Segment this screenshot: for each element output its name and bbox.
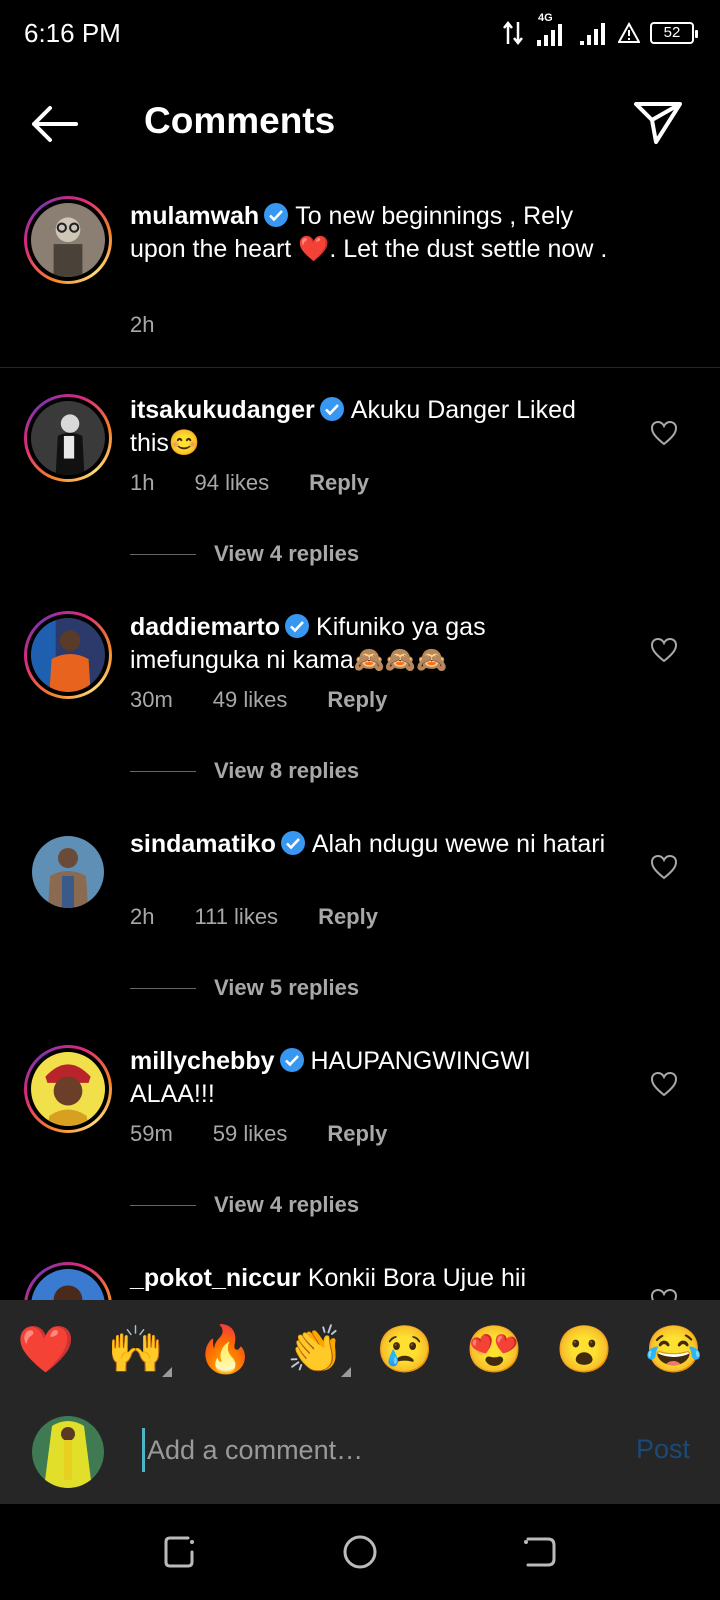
verified-badge-icon	[319, 397, 344, 421]
avatar[interactable]	[24, 394, 112, 482]
username[interactable]: mulamwah	[130, 202, 259, 230]
caption-text-block: mulamwah To new beginnings , Rely upon th…	[130, 200, 620, 266]
comment-meta: 59m 59 likes Reply	[130, 1121, 387, 1147]
verified-badge-icon	[279, 1048, 304, 1072]
likes-count[interactable]: 111 likes	[194, 904, 278, 930]
view-replies-button[interactable]: View 8 replies	[130, 756, 359, 786]
emoji-surprised[interactable]: 😮	[554, 1319, 614, 1379]
variant-indicator	[341, 1367, 352, 1377]
comment-text-block: itsakukudanger Akuku Danger Liked this😊	[130, 394, 620, 460]
comment-text-block: sindamatiko Alah ndugu wewe ni hatari	[130, 828, 620, 861]
likes-count[interactable]: 59 likes	[213, 1121, 288, 1147]
view-replies-button[interactable]: View 4 replies	[130, 539, 359, 569]
like-heart-icon[interactable]	[650, 637, 678, 663]
username[interactable]: daddiemarto	[130, 613, 280, 641]
emoji-crying[interactable]: 😢	[375, 1319, 435, 1379]
back-arrow-icon[interactable]	[28, 102, 80, 146]
divider	[130, 770, 196, 772]
post-button[interactable]: Post	[636, 1434, 690, 1465]
verified-badge-icon	[280, 831, 305, 855]
divider	[130, 1204, 196, 1206]
timestamp: 30m	[130, 687, 173, 712]
direct-message-icon[interactable]	[632, 96, 684, 148]
comment-text-block: millychebby HAUPANGWINGWI ALAA!!!	[130, 1045, 620, 1111]
avatar[interactable]	[32, 836, 104, 908]
caption-meta: 2h	[130, 312, 154, 338]
timestamp: 2h	[130, 904, 155, 929]
avatar[interactable]	[24, 611, 112, 699]
reply-button[interactable]: Reply	[327, 1121, 387, 1147]
timestamp: 59m	[130, 1121, 173, 1146]
back-nav-icon[interactable]	[518, 1530, 562, 1574]
recent-apps-icon[interactable]	[158, 1530, 202, 1574]
likes-count[interactable]: 49 likes	[213, 687, 288, 713]
comment-text: Alah ndugu wewe ni hatari	[311, 830, 606, 858]
username[interactable]: _pokot_niccur	[130, 1264, 301, 1292]
view-replies-button[interactable]: View 4 replies	[130, 1190, 359, 1220]
home-icon[interactable]	[338, 1530, 382, 1574]
comment-meta: 2h 111 likes Reply	[130, 904, 378, 930]
username[interactable]: sindamatiko	[130, 830, 276, 858]
emoji-clap[interactable]: 👏	[285, 1319, 352, 1379]
username[interactable]: millychebby	[130, 1047, 275, 1075]
page-title: Comments	[144, 100, 336, 141]
emoji-raised-hands[interactable]: 🙌	[106, 1319, 172, 1379]
battery-indicator: 52	[650, 22, 698, 44]
comment-item: _pokot_niccur Konkii Bora Ujue hii	[0, 1262, 720, 1300]
warning-icon	[618, 22, 640, 43]
my-avatar	[32, 1416, 104, 1488]
comment-meta: 30m 49 likes Reply	[130, 687, 387, 713]
reply-button[interactable]: Reply	[309, 470, 369, 496]
view-replies-label: View 5 replies	[214, 975, 360, 1000]
like-heart-icon[interactable]	[650, 420, 678, 446]
comment-text-block: _pokot_niccur Konkii Bora Ujue hii	[130, 1262, 620, 1295]
verified-badge-icon	[264, 203, 289, 227]
like-heart-icon[interactable]	[650, 1288, 678, 1300]
view-replies-label: View 4 replies	[214, 1192, 360, 1217]
comment-input[interactable]	[142, 1428, 582, 1472]
comments-header: Comments	[0, 84, 720, 164]
username[interactable]: itsakukudanger	[130, 396, 315, 424]
timestamp: 1h	[130, 470, 155, 495]
likes-count[interactable]: 94 likes	[194, 470, 269, 496]
emoji-laughing[interactable]: 😂	[644, 1319, 704, 1379]
emoji-fire[interactable]: 🔥	[195, 1319, 255, 1379]
reply-button[interactable]: Reply	[318, 904, 378, 930]
view-replies-label: View 8 replies	[214, 758, 360, 783]
like-heart-icon[interactable]	[650, 854, 678, 880]
status-time: 6:16 PM	[24, 18, 121, 48]
timestamp: 2h	[130, 312, 155, 337]
avatar[interactable]	[24, 196, 112, 284]
signal-4g-icon: 4G	[534, 12, 568, 48]
emoji-heart-eyes[interactable]: 😍	[465, 1319, 525, 1379]
divider	[130, 987, 196, 989]
comment-composer: Post	[0, 1398, 720, 1504]
variant-indicator	[161, 1367, 172, 1377]
post-caption: mulamwah To new beginnings , Rely upon th…	[0, 196, 720, 368]
data-arrows-icon	[503, 20, 523, 46]
like-heart-icon[interactable]	[650, 1071, 678, 1097]
system-nav-bar	[0, 1504, 720, 1600]
divider	[130, 553, 196, 555]
view-replies-label: View 4 replies	[214, 541, 360, 566]
signal-icon	[580, 23, 605, 45]
reply-button[interactable]: Reply	[327, 687, 387, 713]
status-bar: 6:16 PM 4G 52	[0, 0, 720, 66]
comment-text-block: daddiemarto Kifuniko ya gas imefunguka ni…	[130, 611, 620, 677]
status-icons: 4G 52	[502, 12, 698, 48]
emoji-reaction-bar: ❤️ 🙌 🔥 👏 😢 😍 😮 😂	[0, 1300, 720, 1398]
comment-meta: 1h 94 likes Reply	[130, 470, 369, 496]
avatar[interactable]	[24, 1045, 112, 1133]
avatar[interactable]	[24, 1262, 112, 1300]
emoji-heart[interactable]: ❤️	[16, 1319, 76, 1379]
verified-badge-icon	[285, 614, 310, 638]
view-replies-button[interactable]: View 5 replies	[130, 973, 359, 1003]
comment-text: Konkii Bora Ujue hii	[307, 1264, 526, 1292]
